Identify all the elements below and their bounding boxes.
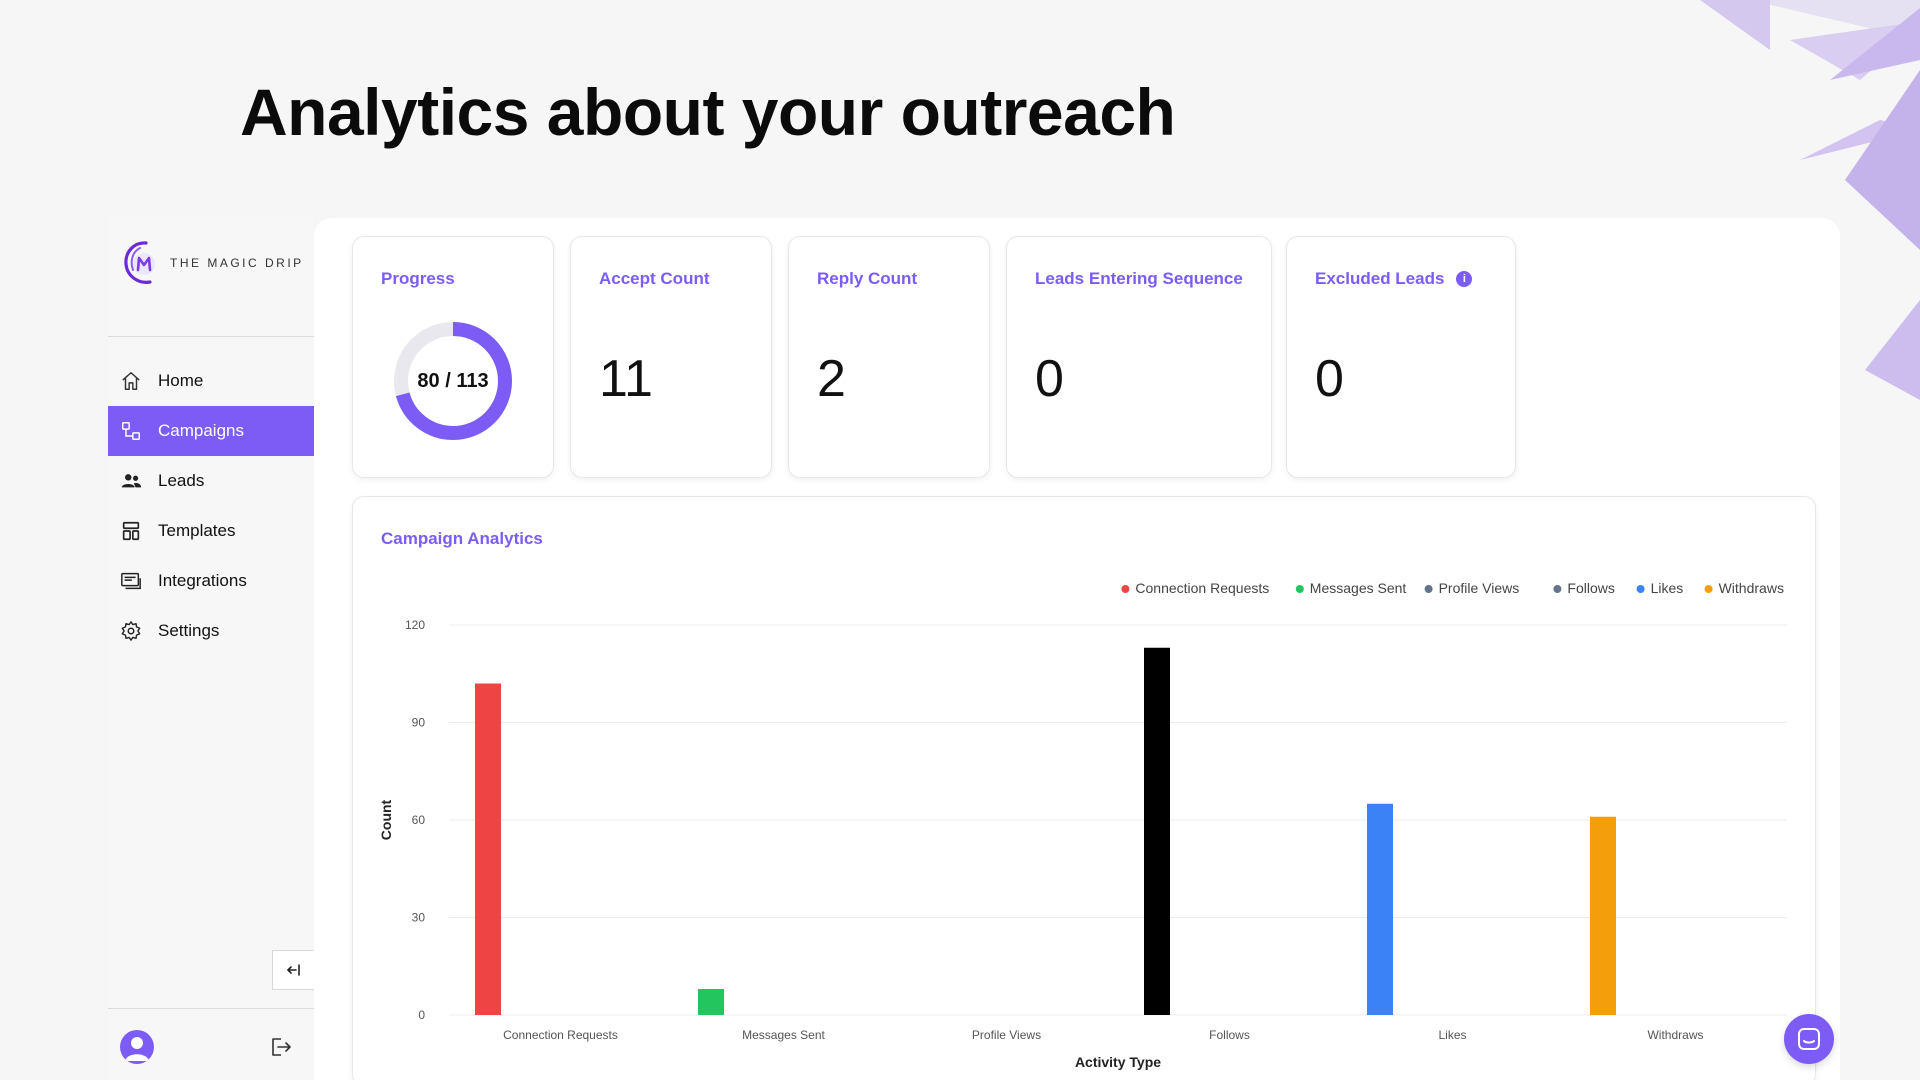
sidebar-item-label: Leads (158, 471, 205, 490)
sidebar-item-home[interactable]: Home (108, 356, 314, 406)
sidebar-item-label: Integrations (158, 571, 247, 590)
home-icon (122, 372, 140, 390)
main-panel: Progress 80 / 113 Accept Count 11 Reply … (314, 218, 1840, 1080)
sidebar: THE MAGIC DRIP Home Campaigns Leads Temp… (108, 218, 314, 1080)
sidebar-nav: Home Campaigns Leads Templates Integrati… (108, 356, 314, 656)
y-tick-label: 0 (418, 1008, 425, 1022)
leads-entering-title: Leads Entering Sequence (1035, 269, 1243, 288)
collapse-left-icon (286, 964, 300, 976)
sidebar-item-leads[interactable]: Leads (108, 456, 314, 506)
bar-connection-requests (475, 683, 501, 1015)
bar-withdraws (1590, 816, 1616, 1015)
x-axis-label: Activity Type (1075, 1054, 1161, 1070)
templates-icon (122, 521, 140, 541)
users-icon (121, 474, 142, 488)
collapse-sidebar-button[interactable] (272, 950, 314, 990)
brand-logo[interactable]: THE MAGIC DRIP (122, 240, 304, 286)
bar-messages-sent (698, 989, 724, 1015)
gear-icon (121, 621, 141, 641)
x-tick-label: Messages Sent (742, 1028, 825, 1042)
sidebar-item-label: Settings (158, 621, 220, 640)
legend-item: Follows (1567, 580, 1614, 596)
legend-item: Likes (1651, 580, 1684, 596)
sidebar-footer-divider (108, 1008, 314, 1009)
legend-marker (1553, 585, 1562, 593)
chat-button[interactable] (1784, 1014, 1834, 1064)
accept-count-title: Accept Count (599, 269, 710, 288)
brand-name: THE MAGIC DRIP (170, 256, 304, 270)
user-avatar-icon (125, 1037, 149, 1061)
bar-likes (1367, 803, 1393, 1015)
sidebar-item-integrations[interactable]: Integrations (108, 556, 314, 606)
progress-value: 80 / 113 (417, 369, 489, 392)
legend-marker (1636, 585, 1645, 593)
user-avatar[interactable] (120, 1030, 154, 1064)
sidebar-item-label: Templates (158, 521, 236, 540)
magic-drip-logo-icon (124, 241, 155, 284)
legend-item: Withdraws (1719, 580, 1784, 596)
sidebar-item-settings[interactable]: Settings (108, 606, 314, 656)
legend-marker (1424, 585, 1433, 593)
excluded-leads-header: Excluded Leads i (1315, 269, 1473, 289)
x-tick-label: Connection Requests (503, 1028, 618, 1042)
campaign-analytics-card: Campaign Analytics 0 30 60 90 120 Connection … (352, 496, 1816, 1080)
y-tick-label: 90 (412, 716, 426, 730)
sidebar-item-label: Home (158, 371, 204, 390)
accept-count-card: Accept Count 11 (570, 236, 772, 478)
legend-marker (1295, 585, 1304, 593)
reply-count-title: Reply Count (817, 269, 918, 288)
accept-count-value: 11 (599, 350, 653, 408)
x-tick-label: Follows (1209, 1028, 1250, 1042)
info-icon[interactable]: i (1456, 271, 1473, 287)
x-tick-label: Profile Views (972, 1028, 1041, 1042)
y-tick-label: 30 (412, 911, 426, 925)
page-headline: Analytics about your outreach (240, 75, 1176, 149)
x-tick-label: Withdraws (1647, 1028, 1703, 1042)
y-tick-label: 120 (405, 618, 425, 632)
reply-count-value: 2 (817, 350, 846, 408)
leads-entering-value: 0 (1035, 350, 1064, 408)
excluded-leads-title: Excluded Leads (1315, 269, 1445, 288)
sidebar-item-label: Campaigns (158, 421, 244, 440)
excluded-leads-card: Excluded Leads i 0 (1286, 236, 1516, 478)
legend-item: Connection Requests (1135, 580, 1269, 596)
progress-title: Progress (381, 269, 455, 288)
campaigns-icon (122, 422, 140, 440)
sidebar-divider (108, 336, 314, 337)
excluded-leads-value: 0 (1315, 350, 1344, 408)
chat-icon (1798, 1028, 1820, 1050)
campaign-analytics-chart: 0 30 60 90 120 Connection Requests Messages Se… (378, 580, 1787, 1070)
progress-card: Progress 80 / 113 (352, 236, 554, 478)
legend-marker (1704, 585, 1713, 593)
sidebar-item-campaigns[interactable]: Campaigns (108, 406, 314, 456)
sidebar-item-templates[interactable]: Templates (108, 506, 314, 556)
legend-item: Messages Sent (1310, 580, 1407, 596)
bar-follows (1144, 647, 1170, 1015)
logout-icon[interactable] (268, 1034, 294, 1060)
legend-item: Profile Views (1439, 580, 1520, 596)
leads-entering-card: Leads Entering Sequence 0 (1006, 236, 1272, 478)
y-axis-label: Count (378, 799, 394, 840)
x-tick-label: Likes (1438, 1028, 1466, 1042)
integrations-icon (121, 572, 141, 590)
reply-count-card: Reply Count 2 (788, 236, 990, 478)
y-tick-label: 60 (412, 813, 426, 827)
legend-marker (1121, 585, 1130, 593)
